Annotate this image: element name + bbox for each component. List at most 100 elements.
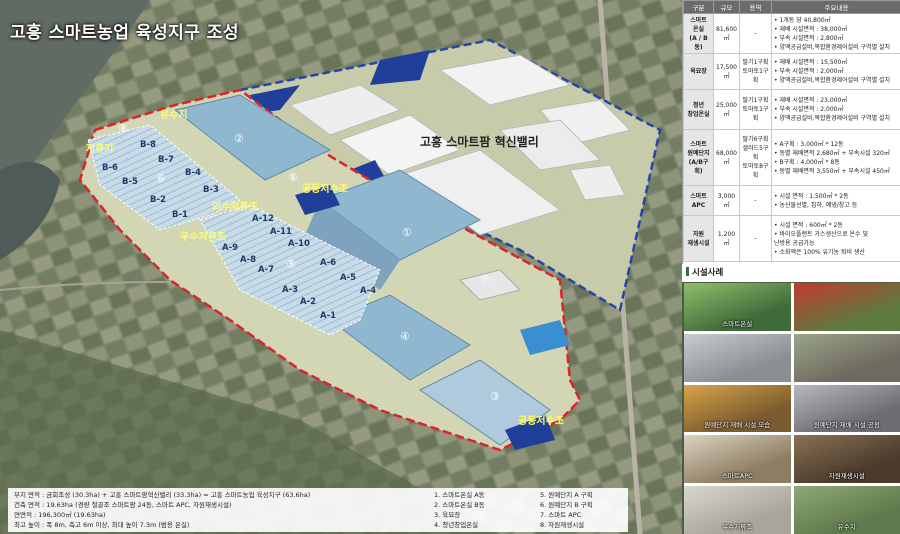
zone-a-12-label: A-12 — [252, 214, 274, 224]
cell-crop-line: 딸기1구획 — [742, 97, 769, 104]
cell-crop: - — [739, 13, 772, 54]
legend-left: 1. 스마트온실 A동 2. 스마트온실 B동 3. 육묘장 4. 청년창업온실 — [434, 490, 534, 530]
cell-details-line: • 양액공급설비,복합환경제어설비 구역별 설치 — [774, 115, 891, 122]
cell-category-line: 육묘장 — [690, 68, 707, 75]
cell-size: 3,000㎡ — [713, 185, 740, 216]
cell-category-line: 스마트 — [690, 192, 707, 200]
info-line: 건축 면적 : 19.63ha (경량 철골조 스마트팜 24동, 스마트 AP… — [14, 501, 232, 509]
cell-details-line: • 1개동 당 40,800㎡ — [774, 16, 831, 24]
inner-tank-label: 우수저류조 — [180, 230, 226, 243]
header-crop: 용역 — [739, 0, 772, 14]
cell-details-line: 난방용 공급가능 — [774, 239, 815, 247]
pond-photo: 유수지 — [793, 486, 900, 534]
apc-photo: 스마트APC — [684, 435, 791, 484]
zone-b-5-label: B-5 — [122, 177, 138, 187]
cell-category-line: 스마트 — [690, 140, 707, 148]
tomato-greenhouse-photo — [793, 283, 900, 331]
heading-bar-icon — [686, 267, 689, 276]
photo-caption: 스마트APC — [721, 472, 753, 481]
zone-a-3-label: A-3 — [282, 285, 298, 295]
zone-a-2-label: A-2 — [300, 297, 316, 307]
cell-category-line: 온실 — [692, 25, 705, 33]
photo-caption: 원예단지 재배 시설 모습 — [704, 421, 771, 430]
zone-b-4-label: B-4 — [185, 168, 201, 178]
cell-details-line: • 부속 시설면적 : 2,000㎡ — [774, 68, 844, 75]
cell-crop-line: 토마토8구획 — [742, 163, 769, 179]
cell-size: 81,600㎡ — [713, 13, 740, 54]
zone-a-11-label: A-11 — [270, 227, 292, 237]
site-number-6: ⑥ — [156, 172, 166, 185]
cell-details-line: • 동별 재배면적 3,550㎡ + 부속시설 450㎡ — [774, 167, 890, 175]
cell-details-line: • 소화액은 100% 유기농 퇴비 생산 — [774, 248, 865, 256]
aerial-map: B-8 B-7 B-6 B-5 B-4 B-3 B-2 B-1 A-12 A-1… — [0, 0, 682, 534]
cell-crop-line: 토마토1구획 — [742, 106, 769, 122]
cell-details-line: • 시설 면적 : 1,500㎡ * 2동 — [774, 192, 849, 200]
zone-b-1-label: B-1 — [172, 210, 188, 220]
compost-photo: 자원재생시설 — [793, 435, 900, 484]
cell-crop-line: - — [754, 197, 757, 204]
innovation-valley-label: 고흥 스마트팜 혁신밸리 — [420, 134, 539, 149]
cell-crop-line: 딸기6구획 — [742, 136, 769, 143]
nursery-photo — [684, 333, 791, 382]
cell-category-line: (A / B동) — [689, 34, 708, 51]
cell-details-line: • A구획 : 3,000㎡ * 12동 — [774, 140, 844, 148]
cell-crop-line: 토마토1구획 — [742, 68, 769, 84]
zone-a-8-label: A-8 — [240, 255, 256, 265]
header-details: 주요내용 — [771, 0, 900, 14]
packing-photo: 원예단지 재배 시설 모습 — [684, 384, 791, 433]
tank-photo: 우수저류조 — [684, 486, 791, 534]
zone-a-6-label: A-6 — [320, 258, 336, 268]
zone-a-9-label: A-9 — [222, 243, 238, 253]
cell-details: • A구획 : 3,000㎡ * 12동 • 동별 재배면적 2,680㎡ + 부… — [771, 129, 900, 186]
photo-caption: 유수지 — [837, 522, 856, 531]
reservoir-top-label: 유수지 — [160, 108, 188, 121]
lab-photo: 원예단지 재배 시설 공정 — [793, 384, 900, 433]
cell-details-line: • 양액공급설비,복합환경제어설비 구역별 설치 — [774, 77, 891, 84]
reservoir-left-label: 저류지 — [86, 142, 114, 155]
cell-size: 1,200㎡ — [713, 215, 740, 262]
zone-b-2-label: B-2 — [150, 195, 166, 205]
cell-details-line: • 재배 시설면적 : 15,500㎡ — [774, 59, 848, 66]
header-category: 구분 — [683, 0, 714, 14]
cell-category: 스마트 온실 (A / B동) — [683, 13, 714, 54]
cell-details: • 재배 시설면적 : 15,500㎡ • 부속 시설면적 : 2,000㎡ • 양… — [771, 53, 900, 90]
photo-caption: 자원재생시설 — [828, 472, 865, 481]
photo-caption: 스마트온실 — [722, 319, 753, 328]
zone-a-10-label: A-10 — [288, 239, 310, 249]
seedling-photo — [793, 333, 900, 382]
cell-category: 스마트 APC — [683, 185, 714, 216]
cell-details: • 재배 시설면적 : 23,000㎡ • 부속 시설면적 : 2,000㎡ • 양… — [771, 89, 900, 130]
cell-category-line: APC — [691, 201, 706, 209]
site-number-8b: ⑧ — [288, 171, 298, 184]
cell-details: • 시설 면적 : 1,500㎡ * 2동 • 농산물선별, 집하, 예냉/창고 … — [771, 185, 900, 216]
cell-crop-line: 샐러드5구획 — [742, 145, 769, 161]
cell-details: • 시설 면적 : 600㎡ * 2동 • 바이오플랜트 가스생산으로 온수 및 … — [771, 215, 900, 262]
cell-category-line: 창업온실 — [687, 110, 710, 118]
site-number-4: ④ — [400, 330, 410, 343]
page: B-8 B-7 B-6 B-5 B-4 B-3 B-2 B-1 A-12 A-1… — [0, 0, 900, 534]
photo-caption: 원예단지 재배 시설 공정 — [813, 421, 880, 430]
table-row: 육묘장 17,500㎡ 딸기1구획 토마토1구획 • 재배 시설면적 : 15,500㎡… — [683, 53, 900, 90]
legend-item: 3. 육묘장 — [434, 511, 461, 519]
legend-item: 6. 원예단지 B 구획 — [540, 501, 593, 509]
facility-table: 구분 규모 용역 주요내용 스마트 온실 (A / B동) 81,600㎡ - • 1개동… — [682, 0, 900, 264]
site-number-7: ⑦ — [480, 273, 490, 286]
cell-details-line: • 양액공급설비,복합환경제어설비 구역별 설치 — [774, 43, 891, 51]
table-header-row: 구분 규모 용역 주요내용 — [683, 0, 900, 14]
cell-details-line: • B구획 : 4,000㎡ * 8동 — [774, 158, 840, 166]
cell-category: 스마트 원예단지 (A/B구획) — [683, 129, 714, 186]
facility-photos: 스마트온실원예단지 재배 시설 모습 원예단지 재배 시설 공정스마트APC 자원재… — [684, 283, 900, 534]
photo-caption: 우수저류조 — [722, 522, 753, 531]
cell-details-line: • 부속 시설면적 : 2,000㎡ — [774, 106, 844, 113]
site-info-lines: 부지 면적 : 금회조성 (30.3ha) + 고흥 스마트팜혁신밸리 (33.… — [14, 490, 404, 530]
cell-category-line: 자원 — [692, 230, 705, 238]
cell-size: 25,000㎡ — [713, 89, 740, 130]
cell-details-line: • 부속 시설면적 : 2,800㎡ — [774, 34, 844, 42]
site-number-1: ① — [402, 226, 412, 239]
cell-crop-line: 딸기1구획 — [742, 59, 769, 66]
common-tank-label-2: 공동저수조 — [518, 414, 564, 427]
cell-details-line: • 재배 시설면적 : 38,000㎡ — [774, 25, 848, 33]
common-tank-label-1: 공동저수조 — [302, 182, 348, 195]
cell-crop: 딸기1구획토마토1구획 — [739, 53, 772, 90]
cell-crop: 딸기6구획샐러드5구획토마토8구획 — [739, 129, 772, 186]
